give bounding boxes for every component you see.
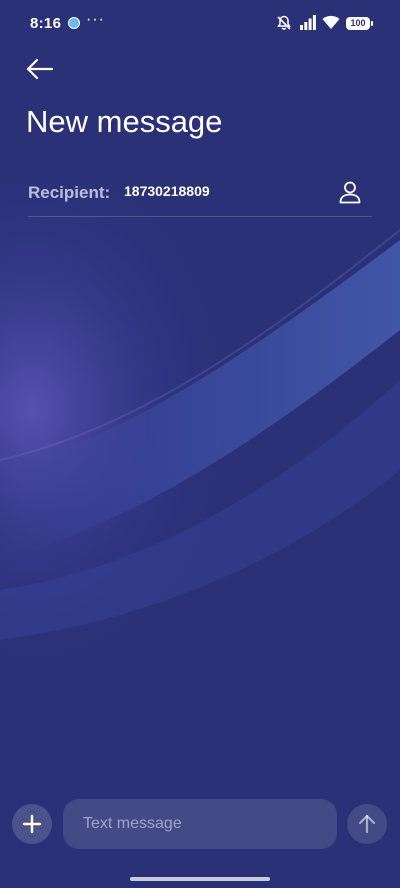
send-button[interactable]	[347, 804, 387, 844]
battery-icon: 100	[346, 17, 373, 30]
recipient-label: Recipient:	[28, 183, 111, 202]
home-indicator[interactable]	[130, 877, 270, 881]
signal-icon	[300, 15, 316, 30]
arrow-left-icon	[26, 58, 54, 80]
status-bar: 8:16 ··· 100	[0, 0, 400, 48]
app-notification-icon	[68, 17, 80, 29]
back-button[interactable]	[20, 52, 60, 86]
page-title: New message	[26, 104, 223, 139]
recipient-row: Recipient:	[28, 170, 372, 217]
wifi-icon	[322, 15, 340, 29]
recipient-input[interactable]	[124, 178, 324, 204]
status-time: 8:16	[30, 15, 62, 32]
bell-muted-icon	[277, 15, 291, 30]
add-attachment-button[interactable]	[12, 804, 52, 844]
person-icon	[339, 181, 361, 204]
contact-picker-button[interactable]	[336, 178, 364, 206]
status-overflow-icon: ···	[86, 11, 105, 28]
new-message-screen: 8:16 ··· 100 New message Recipient: 1873…	[0, 0, 400, 888]
message-field-container	[63, 799, 337, 849]
text-message-input[interactable]	[83, 811, 319, 837]
plus-icon	[22, 814, 42, 834]
arrow-up-icon	[358, 814, 376, 834]
